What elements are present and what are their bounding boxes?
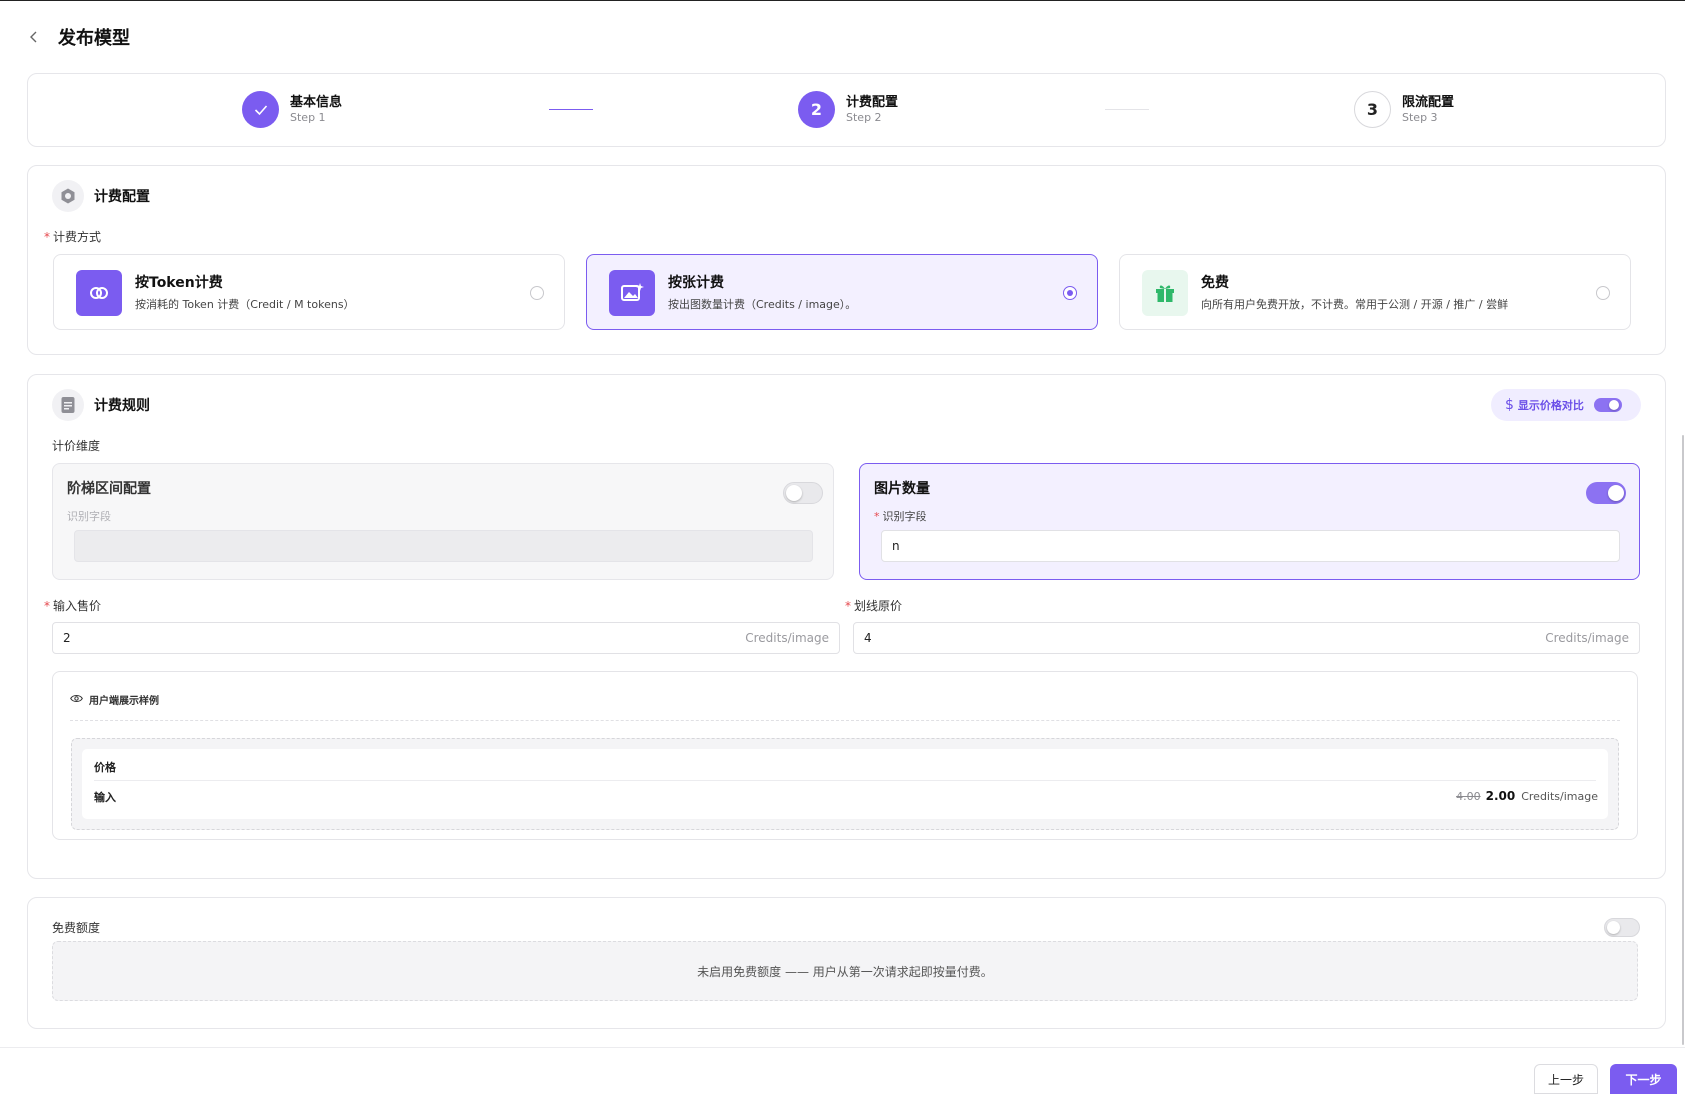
step-connector: [549, 109, 593, 110]
preview-row-prices: 4.00 2.00 Credits/image: [1456, 789, 1598, 803]
hexagon-icon: [52, 180, 84, 212]
preview-row-label: 输入: [94, 791, 116, 804]
billing-radio[interactable]: [1596, 286, 1610, 300]
preview-separator: [94, 780, 1596, 781]
page-title: 发布模型: [58, 28, 130, 49]
step-sub: Step 3: [1402, 111, 1438, 124]
preview-price-unit: Credits/image: [1521, 790, 1598, 803]
input-price-label: * 输入售价: [44, 599, 102, 613]
step-sub: Step 2: [846, 111, 882, 124]
price-compare-switch[interactable]: [1593, 398, 1622, 412]
stepper: 基本信息 Step 1 2 计费配置 Step 2 3 限流配置 Step 3: [27, 73, 1666, 147]
section-title: 计费规则: [94, 398, 150, 414]
billing-rules-card: 计费规则 $ 显示价格对比 计价维度 阶梯区间配置 识别字段 图片数量 * 识别字…: [27, 374, 1666, 879]
billing-config-header: 计费配置: [52, 180, 150, 212]
billing-option-name: 按张计费: [668, 275, 724, 291]
next-step-button[interactable]: 下一步: [1610, 1064, 1677, 1094]
step-basic-info[interactable]: 基本信息 Step 1: [242, 91, 342, 128]
billing-option-desc: 按出图数量计费（Credits / image）。: [668, 298, 857, 311]
input-price-value: 2: [63, 631, 71, 645]
preview-title: 用户端展示样例: [89, 696, 159, 707]
step-title: 计费配置: [846, 95, 899, 110]
image-sparkle-icon: [609, 270, 655, 316]
dimension-label: 计价维度: [52, 439, 101, 453]
tier-config-box: 阶梯区间配置 识别字段: [52, 463, 834, 580]
billing-option-desc: 按消耗的 Token 计费（Credit / M tokens）: [135, 298, 355, 311]
preview-frame: 价格 输入 4.00 2.00 Credits/image: [71, 738, 1619, 830]
scrollbar[interactable]: [1682, 435, 1684, 1045]
free-quota-empty-state: 未启用免费额度 —— 用户从第一次请求起即按量付费。: [52, 941, 1638, 1001]
free-quota-switch[interactable]: [1604, 918, 1640, 937]
prev-step-button[interactable]: 上一步: [1534, 1064, 1598, 1094]
preview-price-table: 价格 输入 4.00 2.00 Credits/image: [82, 749, 1608, 819]
step-title: 基本信息: [290, 95, 343, 110]
image-count-switch[interactable]: [1586, 482, 1626, 504]
user-preview-panel: 用户端展示样例 价格 输入 4.00 2.00 Credits/image: [52, 671, 1638, 840]
document-icon: [52, 389, 84, 421]
preview-divider: [70, 720, 1620, 721]
page-header: 发布模型: [24, 22, 130, 52]
image-count-title: 图片数量: [874, 481, 930, 497]
preview-price-header: 价格: [94, 761, 116, 774]
billing-option-token[interactable]: 按Token计费 按消耗的 Token 计费（Credit / M tokens…: [53, 254, 565, 330]
dollar-icon: $: [1505, 397, 1514, 413]
step-number: 2: [798, 91, 835, 128]
top-border: [0, 0, 1685, 1]
price-compare-toggle[interactable]: $ 显示价格对比: [1491, 389, 1641, 421]
tier-field-label: 识别字段: [67, 510, 111, 523]
billing-method-label: * 计费方式: [44, 230, 102, 244]
input-price-unit: Credits/image: [745, 631, 829, 645]
billing-option-free[interactable]: 免费 向所有用户免费开放，不计费。常用于公测 / 开源 / 推广 / 尝鲜: [1119, 254, 1631, 330]
free-quota-card: 免费额度 未启用免费额度 —— 用户从第一次请求起即按量付费。: [27, 897, 1666, 1029]
billing-radio[interactable]: [1063, 286, 1077, 300]
token-link-icon: [76, 270, 122, 316]
image-count-box: 图片数量 * 识别字段 n: [859, 463, 1640, 580]
image-count-field-input[interactable]: n: [881, 530, 1620, 562]
step-number: 3: [1354, 91, 1391, 128]
image-count-field-label: * 识别字段: [874, 510, 927, 523]
preview-header: 用户端展示样例: [70, 692, 159, 707]
billing-option-name: 免费: [1201, 275, 1229, 291]
tier-config-title: 阶梯区间配置: [67, 481, 151, 497]
gift-icon: [1142, 270, 1188, 316]
section-title: 计费配置: [94, 189, 150, 205]
billing-rules-header: 计费规则: [52, 389, 150, 421]
original-price-label: * 划线原价: [845, 599, 903, 613]
step-title: 限流配置: [1402, 95, 1455, 110]
billing-option-desc: 向所有用户免费开放，不计费。常用于公测 / 开源 / 推广 / 尝鲜: [1201, 298, 1509, 311]
price-compare-label: 显示价格对比: [1517, 399, 1584, 412]
original-price-value: 4: [864, 631, 872, 645]
billing-config-card: 计费配置 * 计费方式 按Token计费 按消耗的 Token 计费（Credit…: [27, 165, 1666, 355]
tier-field-input[interactable]: [74, 530, 813, 562]
back-icon[interactable]: [24, 27, 44, 47]
check-icon: [242, 91, 279, 128]
input-price-field[interactable]: 2 Credits/image: [52, 622, 840, 654]
footer-bar: [0, 1047, 1685, 1094]
billing-radio[interactable]: [530, 286, 544, 300]
preview-old-price: 4.00: [1456, 790, 1481, 803]
tier-config-switch[interactable]: [783, 482, 823, 504]
free-quota-label: 免费额度: [52, 921, 101, 935]
eye-icon: [70, 692, 83, 707]
step-rate-limit[interactable]: 3 限流配置 Step 3: [1354, 91, 1454, 128]
original-price-unit: Credits/image: [1545, 631, 1629, 645]
step-sub: Step 1: [290, 111, 326, 124]
billing-option-per-image[interactable]: 按张计费 按出图数量计费（Credits / image）。: [586, 254, 1098, 330]
step-connector: [1105, 109, 1149, 110]
step-billing[interactable]: 2 计费配置 Step 2: [798, 91, 898, 128]
preview-new-price: 2.00: [1485, 789, 1516, 803]
billing-option-name: 按Token计费: [135, 275, 223, 291]
original-price-field[interactable]: 4 Credits/image: [853, 622, 1640, 654]
